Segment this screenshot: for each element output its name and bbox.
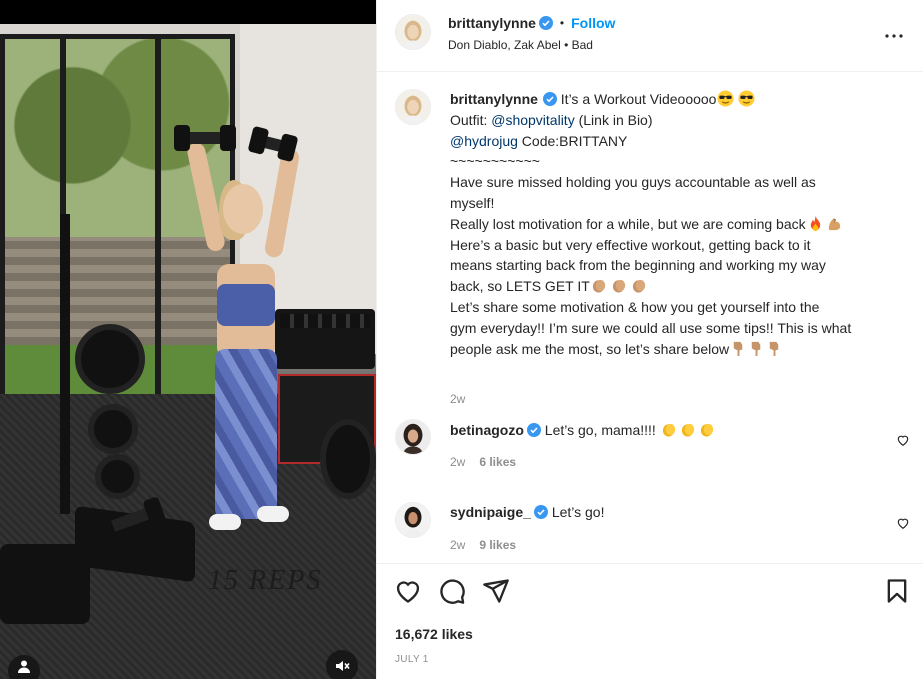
backhand-index-pointing-down-icon	[733, 341, 743, 356]
caption-line-12: gym everyday!! I’m sure we could all use…	[450, 319, 852, 336]
caption-line-4: ~~~~~~~~~~~	[450, 153, 540, 170]
caption-line-1: It’s a Workout Videooooo	[560, 91, 717, 107]
commenter-username[interactable]: betinagozo	[450, 422, 524, 438]
post-date[interactable]: JULY 1	[395, 654, 429, 665]
muted-speaker-icon[interactable]	[326, 650, 358, 679]
verified-badge-icon	[533, 505, 548, 519]
comment-timestamp[interactable]: 2w	[450, 538, 465, 552]
heart-icon[interactable]	[896, 433, 910, 447]
caption-line-2-prefix: Outfit:	[450, 111, 492, 128]
clapping-hands-icon	[662, 423, 675, 437]
media-top-bar	[0, 0, 376, 24]
bookmark-icon[interactable]	[883, 577, 911, 605]
video-overlay-text: 15 REPS	[208, 565, 323, 596]
caption-author-avatar[interactable]	[395, 89, 431, 125]
commenter-avatar[interactable]	[395, 419, 431, 455]
caption-line-2-suffix: (Link in Bio)	[574, 111, 653, 128]
comments-section[interactable]: brittanylynne It’s a Workout Videooooo O…	[377, 73, 923, 563]
post-actions: 16,672 likes JULY 1	[377, 563, 923, 679]
caption-username[interactable]: brittanylynne	[450, 91, 538, 107]
clapping-hands-icon	[592, 280, 605, 293]
caption-line-8: Here’s a basic but very effective workou…	[450, 236, 811, 253]
caption-line-5: Have sure missed holding you guys accoun…	[450, 174, 816, 191]
sunglasses-face-icon	[738, 90, 755, 107]
person-lifting	[185, 134, 305, 544]
clapping-hands-icon	[681, 423, 694, 437]
caption-line-6: myself!	[450, 194, 495, 211]
clapping-hands-icon	[700, 423, 713, 437]
author-username[interactable]: brittanylynne	[448, 15, 536, 31]
comment-text: Let’s go, mama!!!!	[544, 422, 660, 438]
comment-bubble-icon[interactable]	[438, 577, 466, 605]
caption-line-7: Really lost motivation for a while, but …	[450, 215, 806, 232]
follow-button[interactable]: Follow	[571, 15, 615, 31]
caption-timestamp[interactable]: 2w	[450, 392, 465, 406]
header-separator: •	[559, 16, 565, 30]
post-likes-count[interactable]: 16,672 likes	[395, 626, 473, 642]
mention-shopvitality[interactable]: @shopvitality	[491, 112, 574, 128]
commenter-username[interactable]: sydnipaige_	[450, 504, 531, 520]
heart-icon[interactable]	[394, 577, 422, 605]
more-options-icon[interactable]	[882, 24, 906, 48]
heart-icon[interactable]	[896, 516, 910, 530]
sunglasses-face-icon	[717, 90, 734, 107]
author-avatar[interactable]	[395, 14, 431, 50]
caption-line-13: people ask me the most, so let’s share b…	[450, 340, 730, 357]
comment-timestamp[interactable]: 2w	[450, 455, 465, 469]
caption-line-3-suffix: Code:BRITTANY	[517, 132, 628, 149]
fire-icon	[810, 215, 820, 231]
flexed-biceps-icon	[828, 218, 840, 230]
verified-badge-icon	[542, 92, 557, 106]
mention-hydrojug[interactable]: @hydrojug	[450, 133, 518, 149]
post-header: brittanylynne • Follow Don Diablo, Zak A…	[377, 0, 923, 72]
caption-line-10: back, so LETS GET IT	[450, 278, 590, 295]
caption-line-9: means starting back from the beginning a…	[450, 257, 826, 274]
paper-plane-icon[interactable]	[482, 577, 510, 605]
post-media[interactable]: 15 REPS	[0, 0, 376, 679]
comment-item: sydnipaige_ Let’s go! 2w 9 likes	[395, 502, 910, 562]
dumbbell-left	[174, 125, 236, 151]
post-details-panel: brittanylynne • Follow Don Diablo, Zak A…	[376, 0, 923, 679]
comment-likes[interactable]: 9 likes	[479, 538, 516, 552]
comment-item: betinagozo Let’s go, mama!!!! 2w 6 likes	[395, 419, 910, 479]
comment-likes[interactable]: 6 likes	[479, 455, 516, 469]
user-tag-icon[interactable]	[8, 655, 40, 679]
backhand-index-pointing-down-icon	[751, 341, 761, 356]
backhand-index-pointing-down-icon	[769, 341, 779, 356]
commenter-avatar[interactable]	[395, 502, 431, 538]
clapping-hands-icon	[612, 280, 625, 293]
clapping-hands-icon	[632, 280, 645, 293]
verified-badge-icon	[526, 423, 541, 437]
audio-attribution[interactable]: Don Diablo, Zak Abel • Bad	[448, 38, 593, 52]
comment-text: Let’s go!	[551, 504, 605, 520]
verified-badge-icon	[538, 16, 553, 30]
caption-line-11: Let’s share some motivation & how you ge…	[450, 298, 820, 315]
